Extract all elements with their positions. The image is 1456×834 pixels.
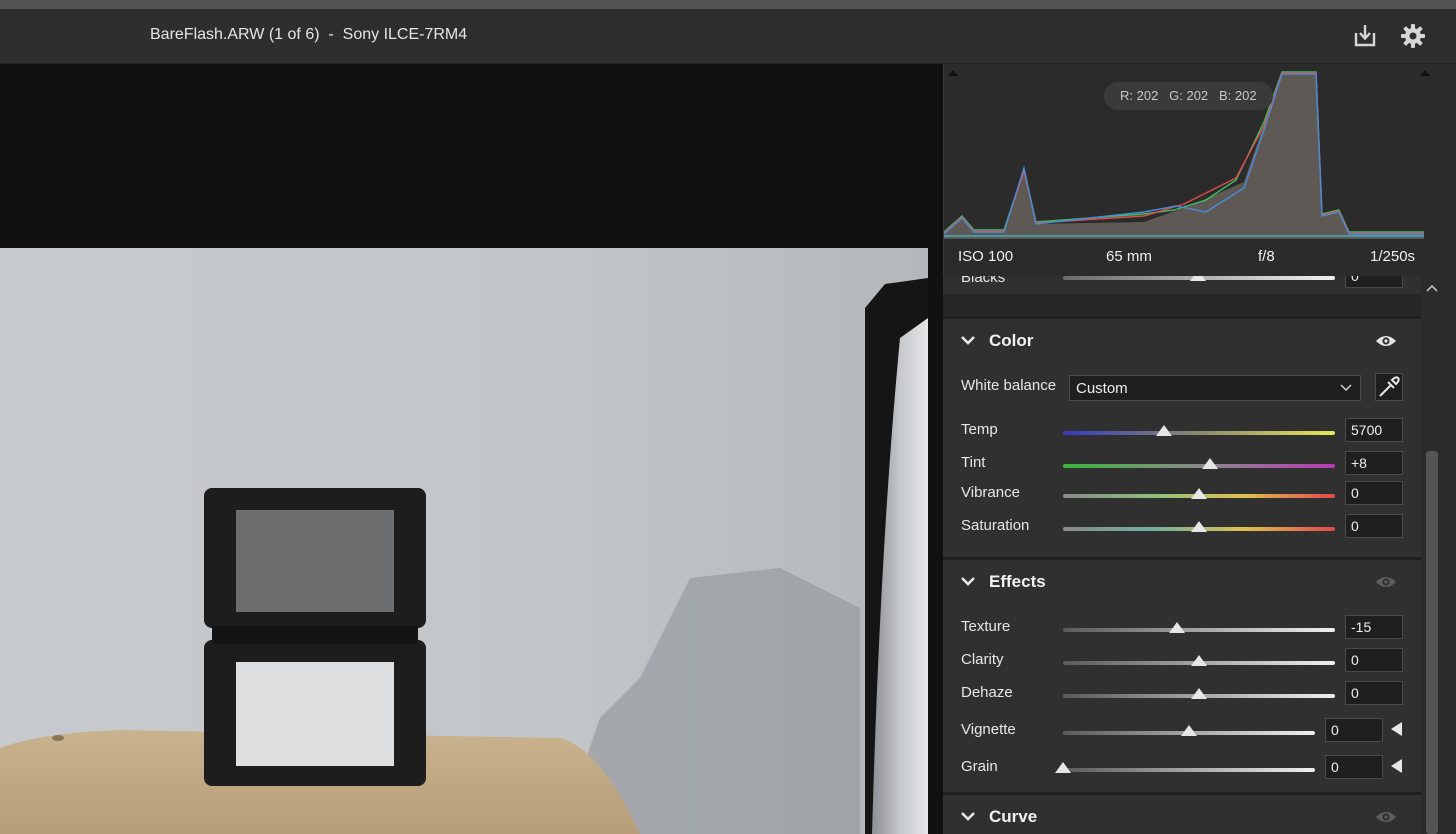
dehaze-slider-handle[interactable] (1191, 688, 1207, 699)
histogram: R: 202 G: 202 B: 202 ISO 100 65 mm f/8 1… (943, 64, 1444, 276)
scrollbar-thumb[interactable] (1426, 451, 1438, 834)
vignette-value[interactable] (1325, 718, 1383, 742)
image-viewer[interactable] (0, 64, 943, 834)
saturation-value[interactable] (1345, 514, 1403, 538)
texture-slider-handle[interactable] (1169, 622, 1186, 633)
vignette-slider-handle[interactable] (1181, 725, 1197, 736)
white-balance-eyedropper-button[interactable] (1375, 373, 1403, 401)
clarity-value[interactable] (1345, 648, 1403, 672)
visibility-eye-icon[interactable] (1375, 809, 1397, 825)
saturation-slider-handle[interactable] (1191, 521, 1207, 532)
temp-label: Temp (961, 421, 998, 438)
download-icon[interactable] (1350, 21, 1380, 51)
panel-scrollbar[interactable] (1421, 276, 1443, 834)
grain-value[interactable] (1325, 755, 1383, 779)
grain-label: Grain (961, 758, 998, 775)
photo-preview (0, 248, 928, 834)
blacks-slider-handle[interactable] (1190, 276, 1206, 281)
tint-slider-handle[interactable] (1201, 458, 1218, 469)
temp-slider[interactable] (1063, 431, 1335, 435)
dehaze-value[interactable] (1345, 681, 1403, 705)
light-section-partial: Blacks (943, 276, 1421, 294)
curve-section-title: Curve (989, 807, 1038, 826)
dehaze-label: Dehaze (961, 684, 1013, 701)
temp-slider-handle[interactable] (1155, 425, 1172, 436)
file-title: BareFlash.ARW (1 of 6) - Sony ILCE-7RM4 (150, 26, 468, 43)
eyedropper-icon (1379, 376, 1400, 397)
texture-slider[interactable] (1063, 628, 1335, 632)
exif-shutter: 1/250s (1370, 248, 1416, 265)
vibrance-slider-handle[interactable] (1191, 488, 1207, 499)
clarity-label: Clarity (961, 651, 1004, 668)
grain-slider-handle[interactable] (1055, 762, 1071, 773)
tint-slider[interactable] (1063, 464, 1335, 468)
color-section-title: Color (989, 331, 1034, 350)
visibility-eye-icon[interactable] (1375, 333, 1397, 349)
texture-value[interactable] (1345, 615, 1403, 639)
scroll-up-icon[interactable] (1426, 284, 1438, 292)
exif-aperture: f/8 (1258, 248, 1275, 265)
tint-value[interactable] (1345, 451, 1403, 475)
curve-section: Curve (943, 792, 1421, 834)
visibility-eye-icon[interactable] (1375, 574, 1397, 590)
chevron-down-icon[interactable] (961, 811, 975, 821)
title-bar: BareFlash.ARW (1 of 6) - Sony ILCE-7RM4 (0, 9, 1456, 64)
vignette-play-icon[interactable] (1391, 722, 1402, 736)
chevron-down-icon[interactable] (961, 335, 975, 345)
chevron-down-icon (1340, 384, 1352, 392)
chevron-down-icon[interactable] (961, 576, 975, 586)
gear-icon[interactable] (1398, 21, 1428, 51)
blacks-label: Blacks (961, 276, 1006, 286)
adjustments-list[interactable]: Blacks Color White balance Custom Temp Ti… (943, 276, 1421, 834)
clarity-slider-handle[interactable] (1191, 655, 1207, 666)
vibrance-label: Vibrance (961, 484, 1020, 501)
saturation-label: Saturation (961, 517, 1030, 534)
rgb-readout: R: 202 G: 202 B: 202 (1104, 82, 1273, 110)
white-balance-label: White balance (961, 377, 1057, 394)
blacks-value[interactable] (1345, 276, 1403, 288)
exif-iso: ISO 100 (958, 248, 1014, 265)
vibrance-value[interactable] (1345, 481, 1403, 505)
panel-edge (1443, 64, 1456, 834)
tint-label: Tint (961, 454, 986, 471)
grain-play-icon[interactable] (1391, 759, 1402, 773)
white-balance-dropdown[interactable]: Custom (1069, 375, 1361, 401)
temp-value[interactable] (1345, 418, 1403, 442)
curve-section-header[interactable]: Curve (943, 795, 1421, 834)
exif-focal-length: 65 mm (1106, 248, 1152, 265)
effects-section: Effects Texture Clarity Dehaze Vignette Grai… (943, 557, 1421, 792)
edit-panel: R: 202 G: 202 B: 202 ISO 100 65 mm f/8 1… (943, 64, 1456, 834)
texture-label: Texture (961, 618, 1011, 635)
color-section: Color White balance Custom Temp Tint Vibra… (943, 316, 1421, 557)
white-balance-value: Custom (1076, 380, 1128, 397)
color-section-header[interactable]: Color (943, 319, 1421, 363)
vignette-label: Vignette (961, 721, 1016, 738)
effects-section-title: Effects (989, 572, 1046, 591)
window-top-strip (0, 0, 1456, 9)
effects-section-header[interactable]: Effects (943, 560, 1421, 604)
grain-slider[interactable] (1063, 768, 1315, 772)
